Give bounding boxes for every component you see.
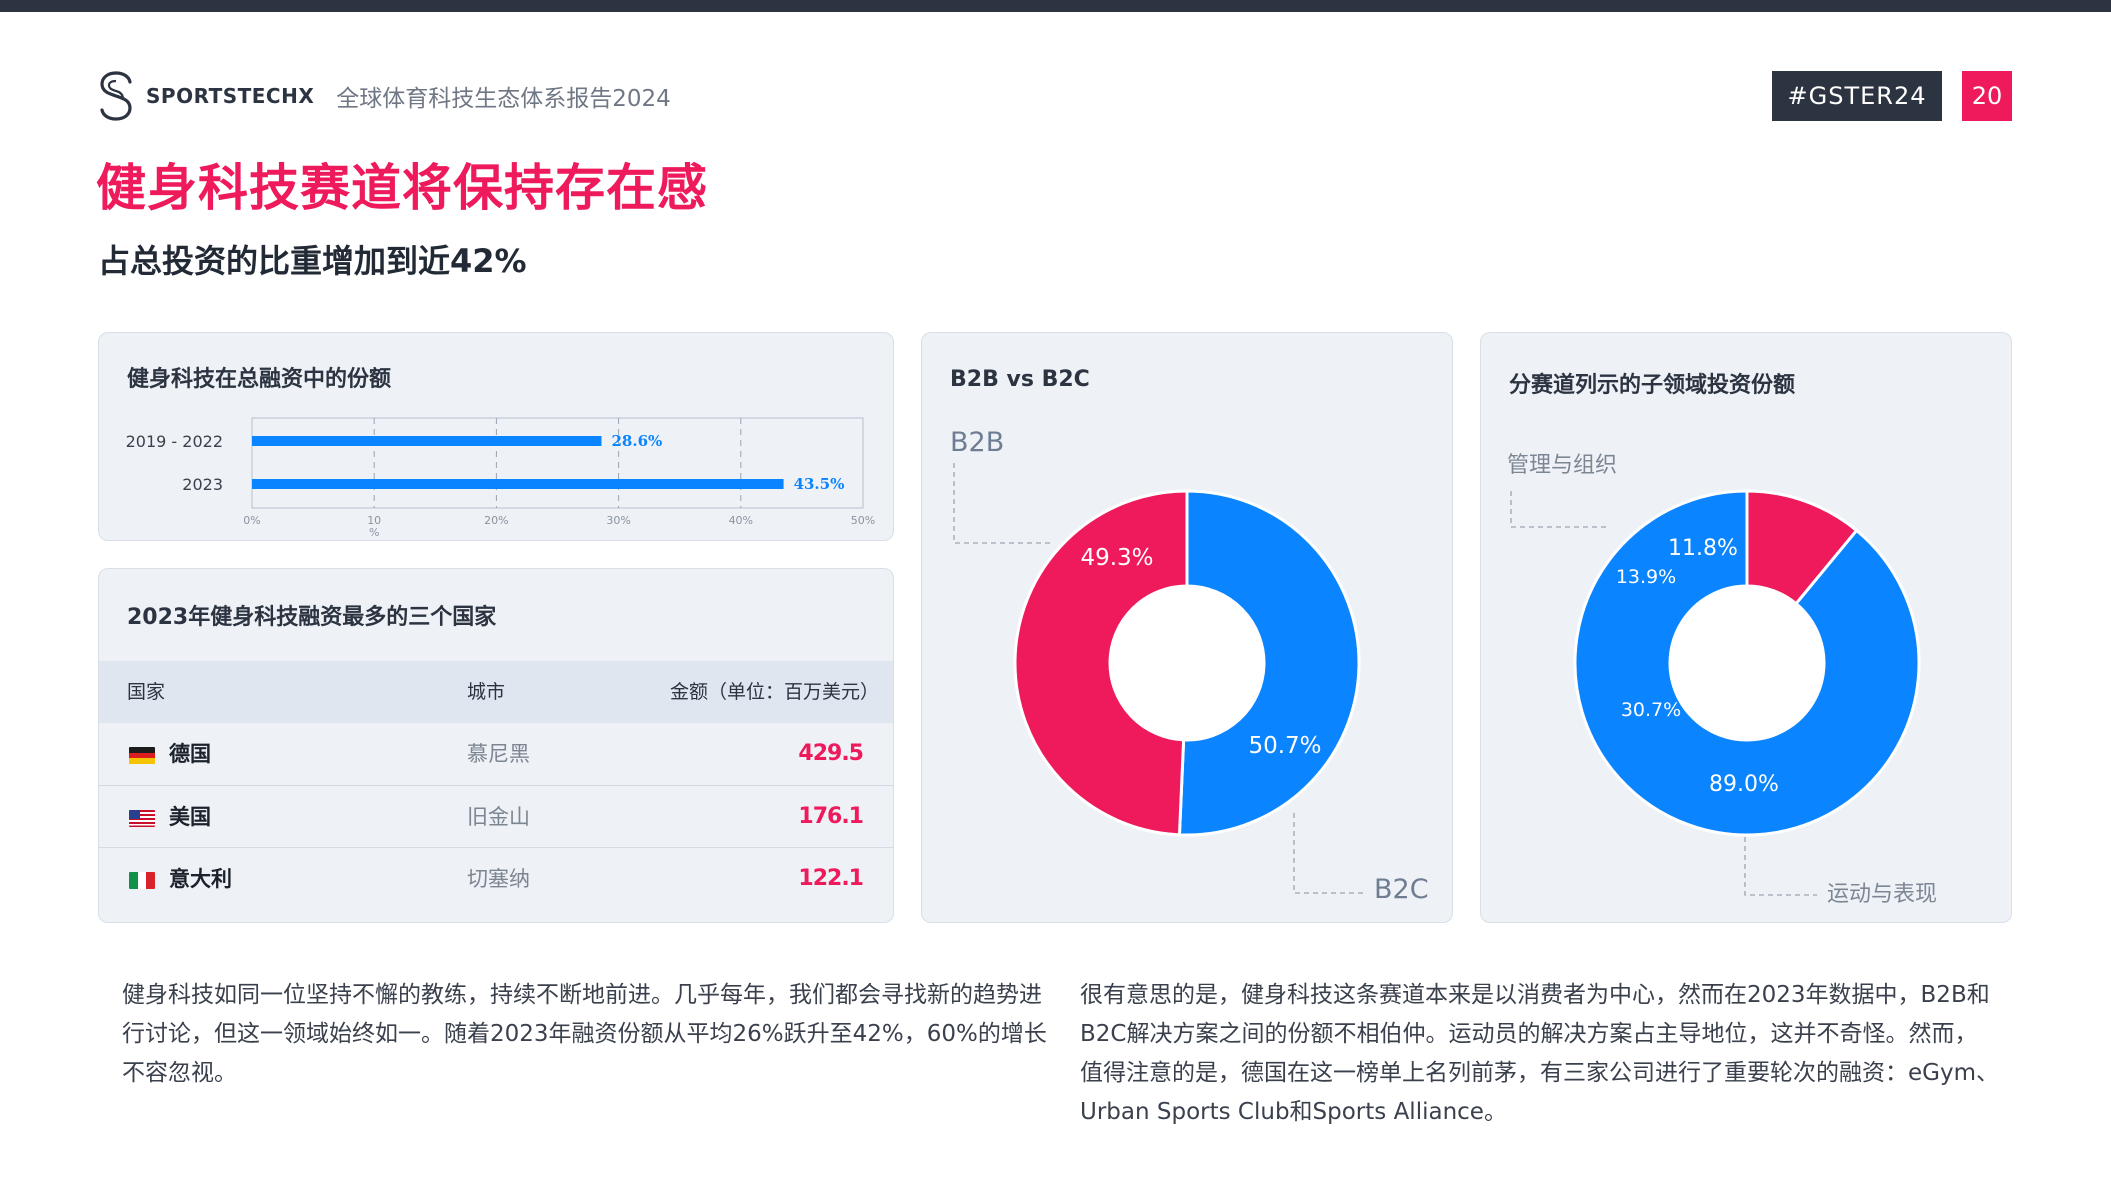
- category-label: 2019 - 2022: [126, 432, 223, 451]
- city-name: 慕尼黑: [467, 742, 530, 766]
- leader-line: [1744, 837, 1817, 896]
- b2b-vs-b2c-card: B2B vs B2C 50.7% 49.3% B2B B2C: [921, 332, 1453, 923]
- b2b-vs-b2c-donut-chart: 50.7% 49.3% B2B B2C: [950, 427, 1429, 905]
- body-paragraph-right: 很有意思的是，健身科技这条赛道本来是以消费者为中心，然而在2023年数据中，B2…: [1080, 982, 1999, 1125]
- bar: [252, 436, 602, 446]
- leader-line: [1510, 491, 1609, 528]
- table-row: 美国 旧金山 176.1: [99, 785, 893, 848]
- slice-value-label: 89.0%: [1709, 772, 1779, 797]
- subsector-donut-chart: 89.0% 11.8% 13.9% 30.7% 管理与组织运动与表现: [1507, 453, 1937, 907]
- table-header: 国家 城市 金额（单位：百万美元）: [99, 661, 893, 723]
- column-header-country: 国家: [127, 681, 166, 703]
- city-name: 切塞纳: [467, 867, 530, 891]
- brand-name: SPORTSTECHX: [146, 84, 315, 108]
- x-unit-label: %: [369, 526, 379, 539]
- slice-name-label: 管理与组织: [1507, 453, 1617, 478]
- slice-value-label: 50.7%: [1248, 733, 1321, 759]
- usa-flag-icon: [129, 810, 155, 827]
- x-tick-label: 50%: [851, 514, 875, 527]
- slice-value-label: 49.3%: [1080, 545, 1153, 571]
- italy-flag-icon: [129, 872, 155, 889]
- slice-name-label: B2C: [1374, 874, 1429, 905]
- donut-hole: [1670, 586, 1824, 740]
- leader-line: [953, 463, 1050, 544]
- country-name: 德国: [169, 742, 211, 766]
- funding-amount: 176.1: [798, 804, 864, 829]
- x-tick-label: 30%: [606, 514, 630, 527]
- x-tick-label: 20%: [484, 514, 508, 527]
- slice-value-label: 11.8%: [1668, 536, 1738, 561]
- bar-value-label: 43.5%: [794, 475, 845, 493]
- page-subtitle: 占总投资的比重增加到近42%: [98, 242, 527, 280]
- funding-amount: 122.1: [798, 866, 864, 891]
- share-bar-chart-card: 健身科技在总融资中的份额 0% 10 20% 30% 40% 50%% 2019 - 202…: [98, 332, 894, 541]
- slice-name-label: B2B: [950, 427, 1004, 458]
- share-bar-chart: 0% 10 20% 30% 40% 50%%2019 - 2022 28.6%2023 43.…: [126, 417, 875, 539]
- category-label: 2023: [182, 475, 223, 494]
- column-header-amount: 金额（单位：百万美元）: [669, 681, 879, 703]
- bar-value-label: 28.6%: [611, 432, 662, 450]
- body-paragraph-left: 健身科技如同一位坚持不懈的教练，持续不断地前进。几乎每年，我们都会寻找新的趋势进…: [122, 982, 1047, 1086]
- country-name: 意大利: [169, 867, 232, 891]
- page-title: 健身科技赛道将保持存在感: [96, 159, 708, 217]
- subsector-share-card: 分赛道列示的子领域投资份额 89.0% 11.8% 13.9% 30.7% 管理与组织运…: [1480, 332, 2012, 923]
- page-number: 20: [1962, 71, 2012, 121]
- bar: [252, 479, 784, 489]
- brand-header: SPORTSTECHX 全球体育科技生态体系报告2024: [98, 70, 671, 122]
- slice-name-label: 运动与表现: [1827, 882, 1937, 907]
- plot-frame: [251, 417, 864, 509]
- funding-amount: 429.5: [798, 741, 864, 766]
- city-name: 旧金山: [467, 805, 530, 829]
- leader-line: [1293, 813, 1366, 894]
- germany-flag-icon: [129, 747, 155, 764]
- table-row: 德国 慕尼黑 429.5: [99, 723, 893, 785]
- country-name: 美国: [169, 805, 211, 829]
- sportstechx-logo-icon: [100, 71, 132, 121]
- slice-value-label: 30.7%: [1621, 699, 1681, 721]
- top-bar: [0, 0, 2111, 12]
- x-tick-label: 0%: [243, 514, 260, 527]
- x-tick-label: 40%: [729, 514, 753, 527]
- slice-value-label: 13.9%: [1616, 566, 1676, 588]
- top-countries-card: 2023年健身科技融资最多的三个国家 国家 城市 金额（单位：百万美元） 德国 …: [98, 568, 894, 923]
- hashtag-badge: #GSTER24: [1772, 71, 1942, 121]
- table-card-title: 2023年健身科技融资最多的三个国家: [127, 605, 497, 630]
- table-row: 意大利 切塞纳 122.1: [99, 847, 893, 910]
- donut-hole: [1110, 586, 1264, 740]
- report-title: 全球体育科技生态体系报告2024: [336, 86, 671, 112]
- column-header-city: 城市: [467, 681, 506, 703]
